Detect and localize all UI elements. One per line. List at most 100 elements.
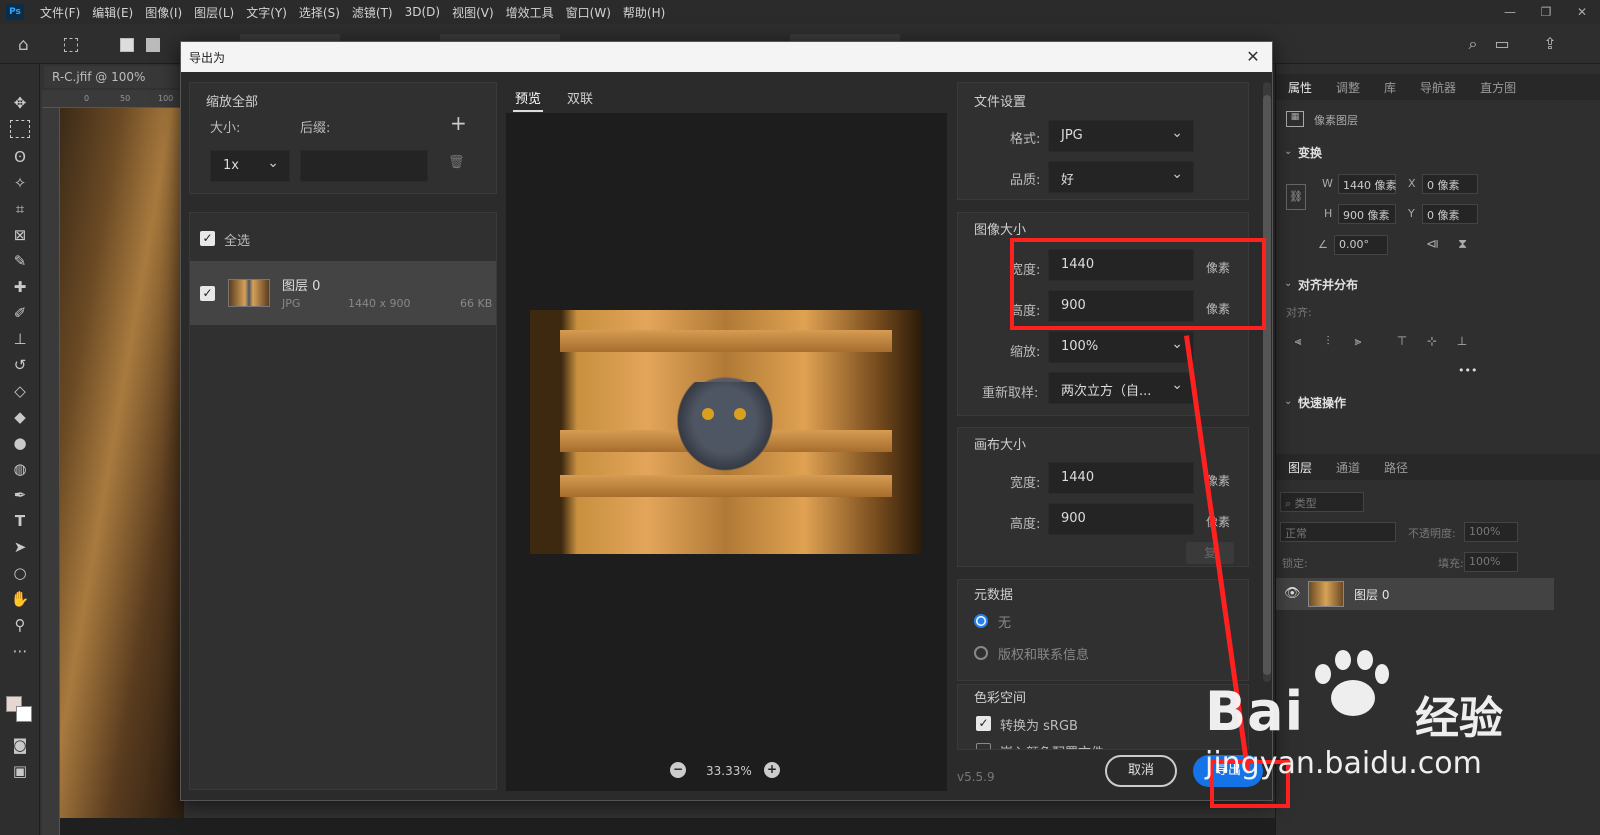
workspace-icon[interactable]: ▭ <box>1492 34 1512 54</box>
new-selection-icon[interactable] <box>120 38 134 52</box>
metadata-none-radio[interactable] <box>974 614 988 628</box>
metadata-copyright-radio[interactable] <box>974 646 988 660</box>
select-all-checkbox[interactable]: ✓ <box>200 231 215 246</box>
blend-mode-select[interactable]: 正常 <box>1280 522 1396 542</box>
restore-button[interactable]: ❐ <box>1528 0 1564 24</box>
link-icon[interactable]: ⛓ <box>1286 184 1306 210</box>
resample-select[interactable]: 两次立方（自... <box>1048 372 1194 404</box>
marquee-tool-icon[interactable] <box>10 120 30 138</box>
menu-filter[interactable]: 滤镜(T) <box>346 4 399 21</box>
add-scale-icon[interactable]: + <box>450 111 467 135</box>
visibility-eye-icon[interactable]: 👁 <box>1284 586 1301 601</box>
align-bottom-icon[interactable]: ⊥ <box>1454 334 1470 348</box>
format-select[interactable]: JPG <box>1048 120 1194 152</box>
dodge-tool-icon[interactable]: ◍ <box>8 458 32 480</box>
x-field[interactable]: 0 像素 <box>1422 174 1478 194</box>
menu-edit[interactable]: 编辑(E) <box>86 4 139 21</box>
dialog-scrollbar-thumb[interactable] <box>1263 95 1271 675</box>
align-middle-icon[interactable]: ⊹ <box>1424 334 1440 348</box>
more-options-icon[interactable]: ••• <box>1458 364 1477 377</box>
y-field[interactable]: 0 像素 <box>1422 204 1478 224</box>
align-right-icon[interactable]: ⫸ <box>1350 334 1366 348</box>
tab-channels[interactable]: 通道 <box>1324 459 1372 476</box>
angle-field[interactable]: 0.00° <box>1334 235 1388 255</box>
suffix-input[interactable] <box>300 150 428 182</box>
minimize-button[interactable]: — <box>1492 0 1528 24</box>
tab-2up[interactable]: 双联 <box>567 88 593 107</box>
screen-mode-icon[interactable]: ▣ <box>8 760 32 782</box>
align-top-icon[interactable]: ⊤ <box>1394 334 1410 348</box>
tab-layers[interactable]: 图层 <box>1276 459 1324 476</box>
tab-preview[interactable]: 预览 <box>515 88 541 107</box>
menu-window[interactable]: 窗口(W) <box>560 4 617 21</box>
share-icon[interactable]: ⇪ <box>1540 34 1560 54</box>
scale-select[interactable]: 100% <box>1048 331 1194 363</box>
menu-3d[interactable]: 3D(D) <box>399 5 446 19</box>
marquee-preset-icon[interactable] <box>64 38 78 52</box>
layer-row[interactable]: 👁 图层 0 <box>1276 578 1554 610</box>
paint-bucket-tool-icon[interactable]: ◆ <box>8 406 32 428</box>
asset-row[interactable]: ✓ 图层 0 JPG 1440 x 900 66 KB <box>190 261 496 325</box>
healing-tool-icon[interactable]: ✚ <box>8 276 32 298</box>
pen-tool-icon[interactable]: ✒ <box>8 484 32 506</box>
flip-horizontal-icon[interactable]: ⧏ <box>1426 237 1439 252</box>
home-icon[interactable]: ⌂ <box>18 35 38 55</box>
fill-field[interactable]: 100% <box>1464 552 1518 572</box>
tab-navigator[interactable]: 导航器 <box>1408 79 1468 96</box>
dialog-close-icon[interactable]: ✕ <box>1242 46 1264 68</box>
menu-view[interactable]: 视图(V) <box>446 4 500 21</box>
reset-button[interactable]: 复 <box>1186 542 1234 564</box>
embed-profile-checkbox[interactable] <box>976 743 991 749</box>
more-tools-icon[interactable]: ⋯ <box>8 640 32 662</box>
quality-select[interactable]: 好 <box>1048 161 1194 193</box>
tab-properties[interactable]: 属性 <box>1276 79 1324 96</box>
tab-histogram[interactable]: 直方图 <box>1468 79 1528 96</box>
cancel-button[interactable]: 取消 <box>1105 755 1177 787</box>
zoom-tool-icon[interactable]: ⚲ <box>8 614 32 636</box>
hand-tool-icon[interactable]: ✋ <box>8 588 32 610</box>
chevron-down-icon[interactable]: ⌄ <box>1284 278 1292 289</box>
window-close-button[interactable]: ✕ <box>1564 0 1600 24</box>
move-tool-icon[interactable]: ✥ <box>8 92 32 114</box>
quick-mask-icon[interactable]: ◙ <box>8 734 32 756</box>
asset-checkbox[interactable]: ✓ <box>200 286 215 301</box>
type-tool-icon[interactable]: T <box>8 510 32 532</box>
canvas-width-input[interactable]: 1440 <box>1048 462 1194 494</box>
menu-file[interactable]: 文件(F) <box>34 4 86 21</box>
opacity-field[interactable]: 100% <box>1464 522 1518 542</box>
search-icon[interactable]: ⌕ <box>1463 34 1483 54</box>
chevron-down-icon[interactable]: ⌄ <box>1284 396 1292 407</box>
zoom-in-icon[interactable]: + <box>764 762 780 778</box>
tab-libraries[interactable]: 库 <box>1372 79 1408 96</box>
align-left-icon[interactable]: ⫷ <box>1290 334 1306 348</box>
canvas-height-input[interactable]: 900 <box>1048 503 1194 535</box>
tab-paths[interactable]: 路径 <box>1372 459 1420 476</box>
add-selection-icon[interactable] <box>146 38 160 52</box>
menu-layer[interactable]: 图层(L) <box>188 4 240 21</box>
ellipse-tool-icon[interactable]: ○ <box>8 562 32 584</box>
history-brush-tool-icon[interactable]: ↺ <box>8 354 32 376</box>
trash-icon[interactable]: 🗑 <box>448 155 465 170</box>
eyedropper-tool-icon[interactable]: ✎ <box>8 250 32 272</box>
width-field[interactable]: 1440 像素 <box>1338 174 1397 194</box>
crop-tool-icon[interactable]: ⌗ <box>8 198 32 220</box>
document-canvas[interactable] <box>60 108 184 818</box>
lasso-tool-icon[interactable]: ʘ <box>8 146 32 168</box>
frame-tool-icon[interactable]: ⊠ <box>8 224 32 246</box>
menu-plugins[interactable]: 增效工具 <box>500 4 560 21</box>
height-field[interactable]: 900 像素 <box>1338 204 1396 224</box>
layer-filter-field[interactable]: ⌕ 类型 <box>1280 492 1364 512</box>
stamp-tool-icon[interactable]: ⊥ <box>8 328 32 350</box>
eraser-tool-icon[interactable]: ◇ <box>8 380 32 402</box>
blur-tool-icon[interactable]: ● <box>8 432 32 454</box>
scale-size-select[interactable]: 1x <box>210 150 290 182</box>
background-color-swatch[interactable] <box>16 706 32 722</box>
tab-adjustments[interactable]: 调整 <box>1324 79 1372 96</box>
path-select-tool-icon[interactable]: ➤ <box>8 536 32 558</box>
menu-type[interactable]: 文字(Y) <box>240 4 293 21</box>
flip-vertical-icon[interactable]: ⧗ <box>1458 237 1467 252</box>
menu-select[interactable]: 选择(S) <box>293 4 346 21</box>
chevron-down-icon[interactable]: ⌄ <box>1284 146 1292 157</box>
convert-srgb-checkbox[interactable]: ✓ <box>976 716 991 731</box>
menu-image[interactable]: 图像(I) <box>139 4 188 21</box>
